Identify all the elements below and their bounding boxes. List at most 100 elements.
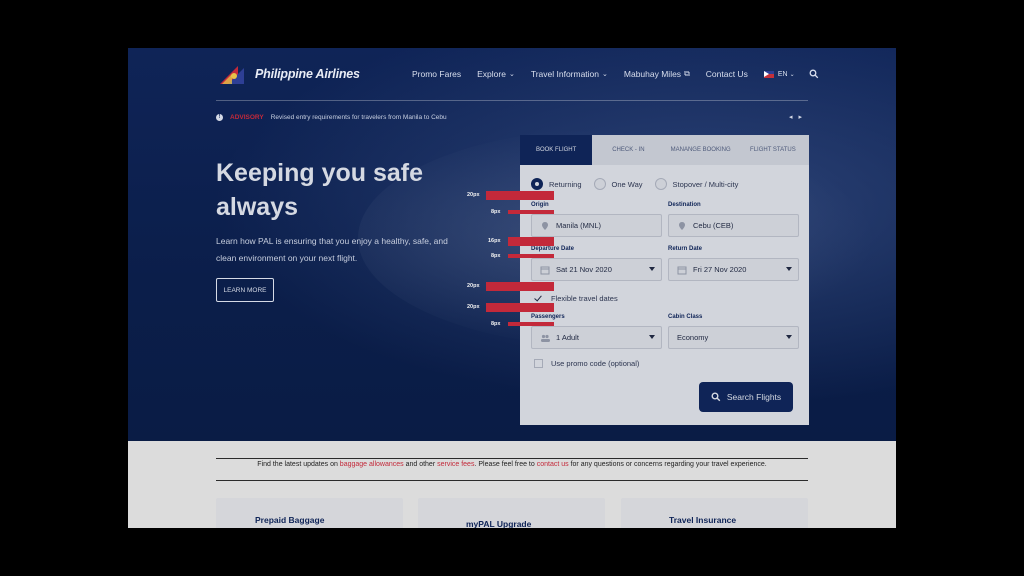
notice-text-part: Find the latest updates on [257, 461, 340, 468]
advisory-link[interactable]: Revised entry requirements for travelers… [271, 114, 447, 121]
flexible-dates-label: Flexible travel dates [551, 294, 618, 303]
promo-code-option[interactable]: Use promo code (optional) [534, 359, 639, 368]
search-flights-label: Search Flights [726, 392, 782, 402]
flexible-dates-option[interactable]: Flexible travel dates [534, 294, 618, 303]
search-flights-button[interactable]: Search Flights [699, 382, 793, 412]
radio-button[interactable] [593, 178, 606, 190]
cabin-class-label: Cabin Class [668, 314, 703, 320]
caret-down-icon [786, 335, 792, 339]
destination-value: Cebu (CEB) [693, 221, 734, 230]
notice-divider [216, 458, 808, 459]
card-title: Prepaid Baggage [255, 515, 325, 525]
radio-button[interactable] [654, 178, 667, 190]
location-pin-icon [679, 221, 685, 230]
spacing-annotation-bar [508, 210, 554, 214]
radio-button[interactable] [531, 178, 543, 190]
tab-manage-booking[interactable]: MANANGE BOOKING [665, 135, 737, 165]
nav-mabuhay-miles[interactable]: Mabuhay Miles ⧉ [624, 69, 690, 79]
departure-date-field[interactable]: Sat 21 Nov 2020 [531, 258, 662, 281]
nav-label: Explore [477, 69, 506, 79]
brand-logo[interactable]: Philippine Airlines [218, 64, 360, 84]
destination-field[interactable]: Cebu (CEB) [668, 214, 799, 237]
return-date-value: Fri 27 Nov 2020 [693, 265, 747, 274]
radio-label: Stopover / Multi-city [672, 179, 739, 189]
origin-value: Manila (MNL) [556, 221, 602, 230]
spacing-annotation-bar [486, 303, 554, 312]
cabin-class-field[interactable]: Economy [668, 326, 799, 349]
spacing-annotation-bar [508, 254, 554, 258]
spacing-annotation-label: 20px [467, 283, 480, 289]
location-pin-icon [542, 221, 548, 230]
language-label: EN [777, 70, 788, 78]
notice-divider [216, 480, 808, 481]
promo-code-label: Use promo code (optional) [551, 359, 640, 368]
notice-text-part: and other [403, 461, 438, 468]
spacing-annotation-label: 20px [467, 304, 480, 310]
spacing-annotation-label: 8px [491, 253, 501, 259]
booking-widget: BOOK FLIGHT CHECK - IN MANANGE BOOKING F… [520, 135, 809, 425]
tab-flight-status[interactable]: FLIGHT STATUS [737, 135, 809, 165]
advisory-pager[interactable]: ◂▸ [789, 113, 808, 121]
caret-down-icon [786, 267, 792, 271]
origin-field[interactable]: Manila (MNL) [531, 214, 662, 237]
spacing-annotation-label: 16px [488, 238, 501, 244]
tab-book-flight[interactable]: BOOK FLIGHT [520, 135, 593, 165]
browser-viewport: Philippine Airlines Promo Fares Explore ⌄… [128, 48, 896, 528]
tab-check-in[interactable]: CHECK - IN [592, 135, 664, 165]
nav-promo-fares[interactable]: Promo Fares [412, 69, 461, 79]
passengers-value: 1 Adult [556, 333, 579, 342]
booking-tabs: BOOK FLIGHT CHECK - IN MANANGE BOOKING F… [520, 135, 809, 165]
notice-text-part: . Please feel free to [474, 461, 537, 468]
nav-travel-information[interactable]: Travel Information ⌄ [531, 69, 608, 79]
pal-logo-icon [220, 66, 244, 84]
passengers-field[interactable]: 1 Adult [531, 326, 662, 349]
learn-more-button[interactable]: LEARN MORE [216, 278, 274, 302]
return-date-field[interactable]: Fri 27 Nov 2020 [668, 258, 799, 281]
card-title: Travel Insurance [669, 515, 737, 525]
trip-one-way[interactable]: One Way [593, 178, 643, 190]
users-icon [541, 334, 550, 342]
passengers-label: Passengers [531, 314, 565, 320]
notice-text: Find the latest updates on baggage allow… [216, 461, 808, 468]
language-selector[interactable]: EN ⌄ [763, 70, 795, 78]
search-icon[interactable] [809, 69, 819, 79]
nav-label: Promo Fares [412, 69, 462, 79]
calendar-icon [677, 266, 687, 274]
caret-down-icon [649, 267, 655, 271]
brand-name: Philippine Airlines [255, 67, 360, 81]
baggage-allowances-link[interactable]: baggage allowances [340, 461, 404, 468]
caret-down-icon [649, 335, 655, 339]
promo-code-checkbox[interactable] [534, 359, 543, 368]
spacing-annotation-bar [508, 322, 554, 326]
chevron-right-icon[interactable]: ▸ [798, 114, 808, 121]
flexible-dates-checkbox[interactable] [534, 294, 543, 303]
external-link-icon: ⧉ [684, 69, 690, 78]
info-icon: ! [216, 113, 223, 121]
philippine-flag-icon [763, 70, 774, 78]
spacing-annotation-bar [508, 237, 554, 246]
service-fees-link[interactable]: service fees [437, 461, 474, 468]
calendar-icon [540, 266, 550, 274]
nav-label: Mabuhay Miles [623, 69, 682, 79]
trip-returning[interactable]: Returning [531, 178, 582, 190]
card-title: myPAL Upgrade [466, 519, 532, 528]
contact-us-link[interactable]: contact us [537, 461, 569, 468]
hero-description: Learn how PAL is ensuring that you enjoy… [216, 236, 448, 263]
nav-explore[interactable]: Explore ⌄ [477, 69, 515, 79]
spacing-annotation-bar [486, 191, 554, 200]
spacing-annotation-label: 20px [467, 192, 480, 198]
radio-label: One Way [611, 179, 643, 189]
nav-divider [216, 100, 808, 101]
trip-multi-city[interactable]: Stopover / Multi-city [654, 178, 739, 190]
nav-contact-us[interactable]: Contact Us [706, 69, 748, 79]
spacing-annotation-bar [486, 282, 554, 291]
return-label: Return Date [668, 246, 703, 252]
hero-title: Keeping you safe always [216, 159, 423, 221]
advisory-label: ADVISORY [230, 113, 264, 121]
chevron-down-icon: ⌄ [602, 71, 608, 78]
radio-label: Returning [549, 179, 582, 189]
trip-type-options: Returning One Way Stopover / Multi-city [531, 178, 750, 190]
search-icon [711, 392, 721, 402]
spacing-annotation-label: 8px [491, 209, 501, 215]
departure-label: Departure Date [531, 246, 575, 252]
